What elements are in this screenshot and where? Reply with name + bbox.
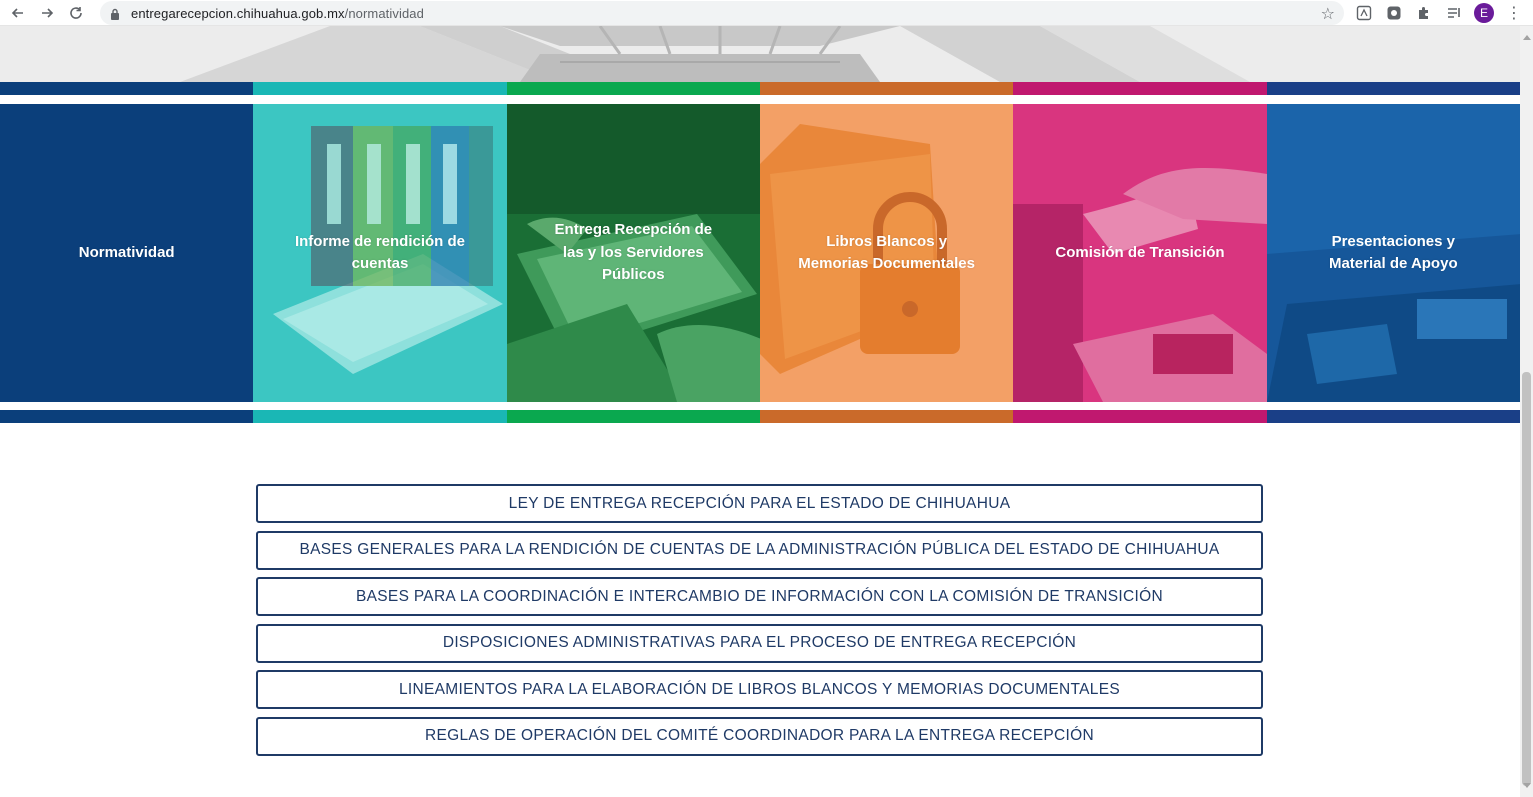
- doc-button-label: BASES PARA LA COORDINACIÓN E INTERCAMBIO…: [356, 587, 1163, 605]
- category-tiles: Normatividad Informe de rendición de cue…: [0, 104, 1520, 402]
- puzzle-icon[interactable]: [1415, 4, 1433, 22]
- url-text: entregarecepcion.chihuahua.gob.mx/normat…: [131, 6, 424, 21]
- profile-avatar[interactable]: E: [1474, 3, 1494, 23]
- tile-informe-rendicion[interactable]: Informe de rendición de cuentas: [253, 104, 507, 402]
- doc-button-label: LEY DE ENTREGA RECEPCIÓN PARA EL ESTADO …: [508, 494, 1011, 512]
- tile-presentaciones-label: Presentaciones y Material de Apoyo: [1328, 232, 1458, 273]
- top-color-stripe: [0, 82, 1520, 95]
- tile-comision-transicion[interactable]: Comisión de Transición: [1013, 104, 1267, 402]
- doc-button-reglas-operacion[interactable]: REGLAS DE OPERACIÓN DEL COMITÉ COORDINAD…: [256, 716, 1263, 756]
- doc-button-bases-coordinacion[interactable]: BASES PARA LA COORDINACIÓN E INTERCAMBIO…: [256, 577, 1263, 617]
- doc-button-label: LINEAMIENTOS PARA LA ELABORACIÓN DE LIBR…: [398, 680, 1121, 698]
- tile-comision-transicion-label: Comisión de Transición: [1055, 243, 1225, 261]
- scroll-down-arrow-icon[interactable]: [1523, 783, 1531, 788]
- doc-button-label: REGLAS DE OPERACIÓN DEL COMITÉ COORDINAD…: [425, 727, 1094, 745]
- scroll-up-arrow-icon[interactable]: [1523, 35, 1531, 40]
- doc-button-bases-generales[interactable]: BASES GENERALES PARA LA RENDICIÓN DE CUE…: [256, 530, 1263, 570]
- tile-normatividad-label: Normatividad: [78, 243, 175, 261]
- document-list: LEY DE ENTREGA RECEPCIÓN PARA EL ESTADO …: [256, 484, 1263, 764]
- lock-icon[interactable]: [110, 7, 120, 20]
- tile-presentaciones[interactable]: Presentaciones y Material de Apoyo: [1266, 104, 1520, 402]
- doc-button-disposiciones-administrativas[interactable]: DISPOSICIONES ADMINISTRATIVAS PARA EL PR…: [256, 623, 1263, 663]
- profile-initial: E: [1479, 6, 1488, 20]
- tile-entrega-recepcion[interactable]: Entrega Recepción de las y los Servidore…: [506, 104, 760, 402]
- extension-icon[interactable]: [1385, 4, 1403, 22]
- tile-normatividad[interactable]: Normatividad: [0, 104, 254, 402]
- pdf-extension-icon[interactable]: [1355, 4, 1373, 22]
- doc-button-ley-entrega-recepcion[interactable]: LEY DE ENTREGA RECEPCIÓN PARA EL ESTADO …: [256, 484, 1263, 523]
- doc-button-label: DISPOSICIONES ADMINISTRATIVAS PARA EL PR…: [442, 634, 1077, 652]
- url-path: /normatividad: [344, 5, 424, 21]
- hero-banner-image: [0, 26, 1520, 82]
- tile-libros-blancos-label: Libros Blancos y Memorias Documentales: [798, 232, 975, 273]
- vertical-scrollbar[interactable]: [1520, 26, 1533, 797]
- page-content: Normatividad Informe de rendición de cue…: [0, 26, 1520, 797]
- doc-button-label: BASES GENERALES PARA LA RENDICIÓN DE CUE…: [299, 541, 1220, 559]
- star-icon[interactable]: ☆: [1321, 4, 1335, 24]
- kebab-menu-icon[interactable]: ⋮: [1506, 3, 1522, 23]
- back-arrow-icon[interactable]: [7, 2, 29, 24]
- tile-informe-rendicion-label: Informe de rendición de cuentas: [294, 232, 465, 273]
- browser-toolbar: entregarecepcion.chihuahua.gob.mx/normat…: [0, 0, 1533, 26]
- address-bar[interactable]: entregarecepcion.chihuahua.gob.mx/normat…: [100, 1, 1344, 25]
- tile-libros-blancos[interactable]: Libros Blancos y Memorias Documentales: [759, 104, 1014, 402]
- reload-icon[interactable]: [65, 2, 87, 24]
- url-domain: entregarecepcion.chihuahua.gob.mx: [131, 5, 345, 21]
- reading-list-icon[interactable]: [1445, 4, 1463, 22]
- tile-entrega-recepcion-label: Entrega Recepción de las y los Servidore…: [554, 221, 713, 284]
- scroll-thumb[interactable]: [1522, 372, 1531, 786]
- doc-button-lineamientos[interactable]: LINEAMIENTOS PARA LA ELABORACIÓN DE LIBR…: [256, 670, 1263, 710]
- bottom-color-stripe: [0, 410, 1520, 423]
- forward-arrow-icon[interactable]: [36, 2, 58, 24]
